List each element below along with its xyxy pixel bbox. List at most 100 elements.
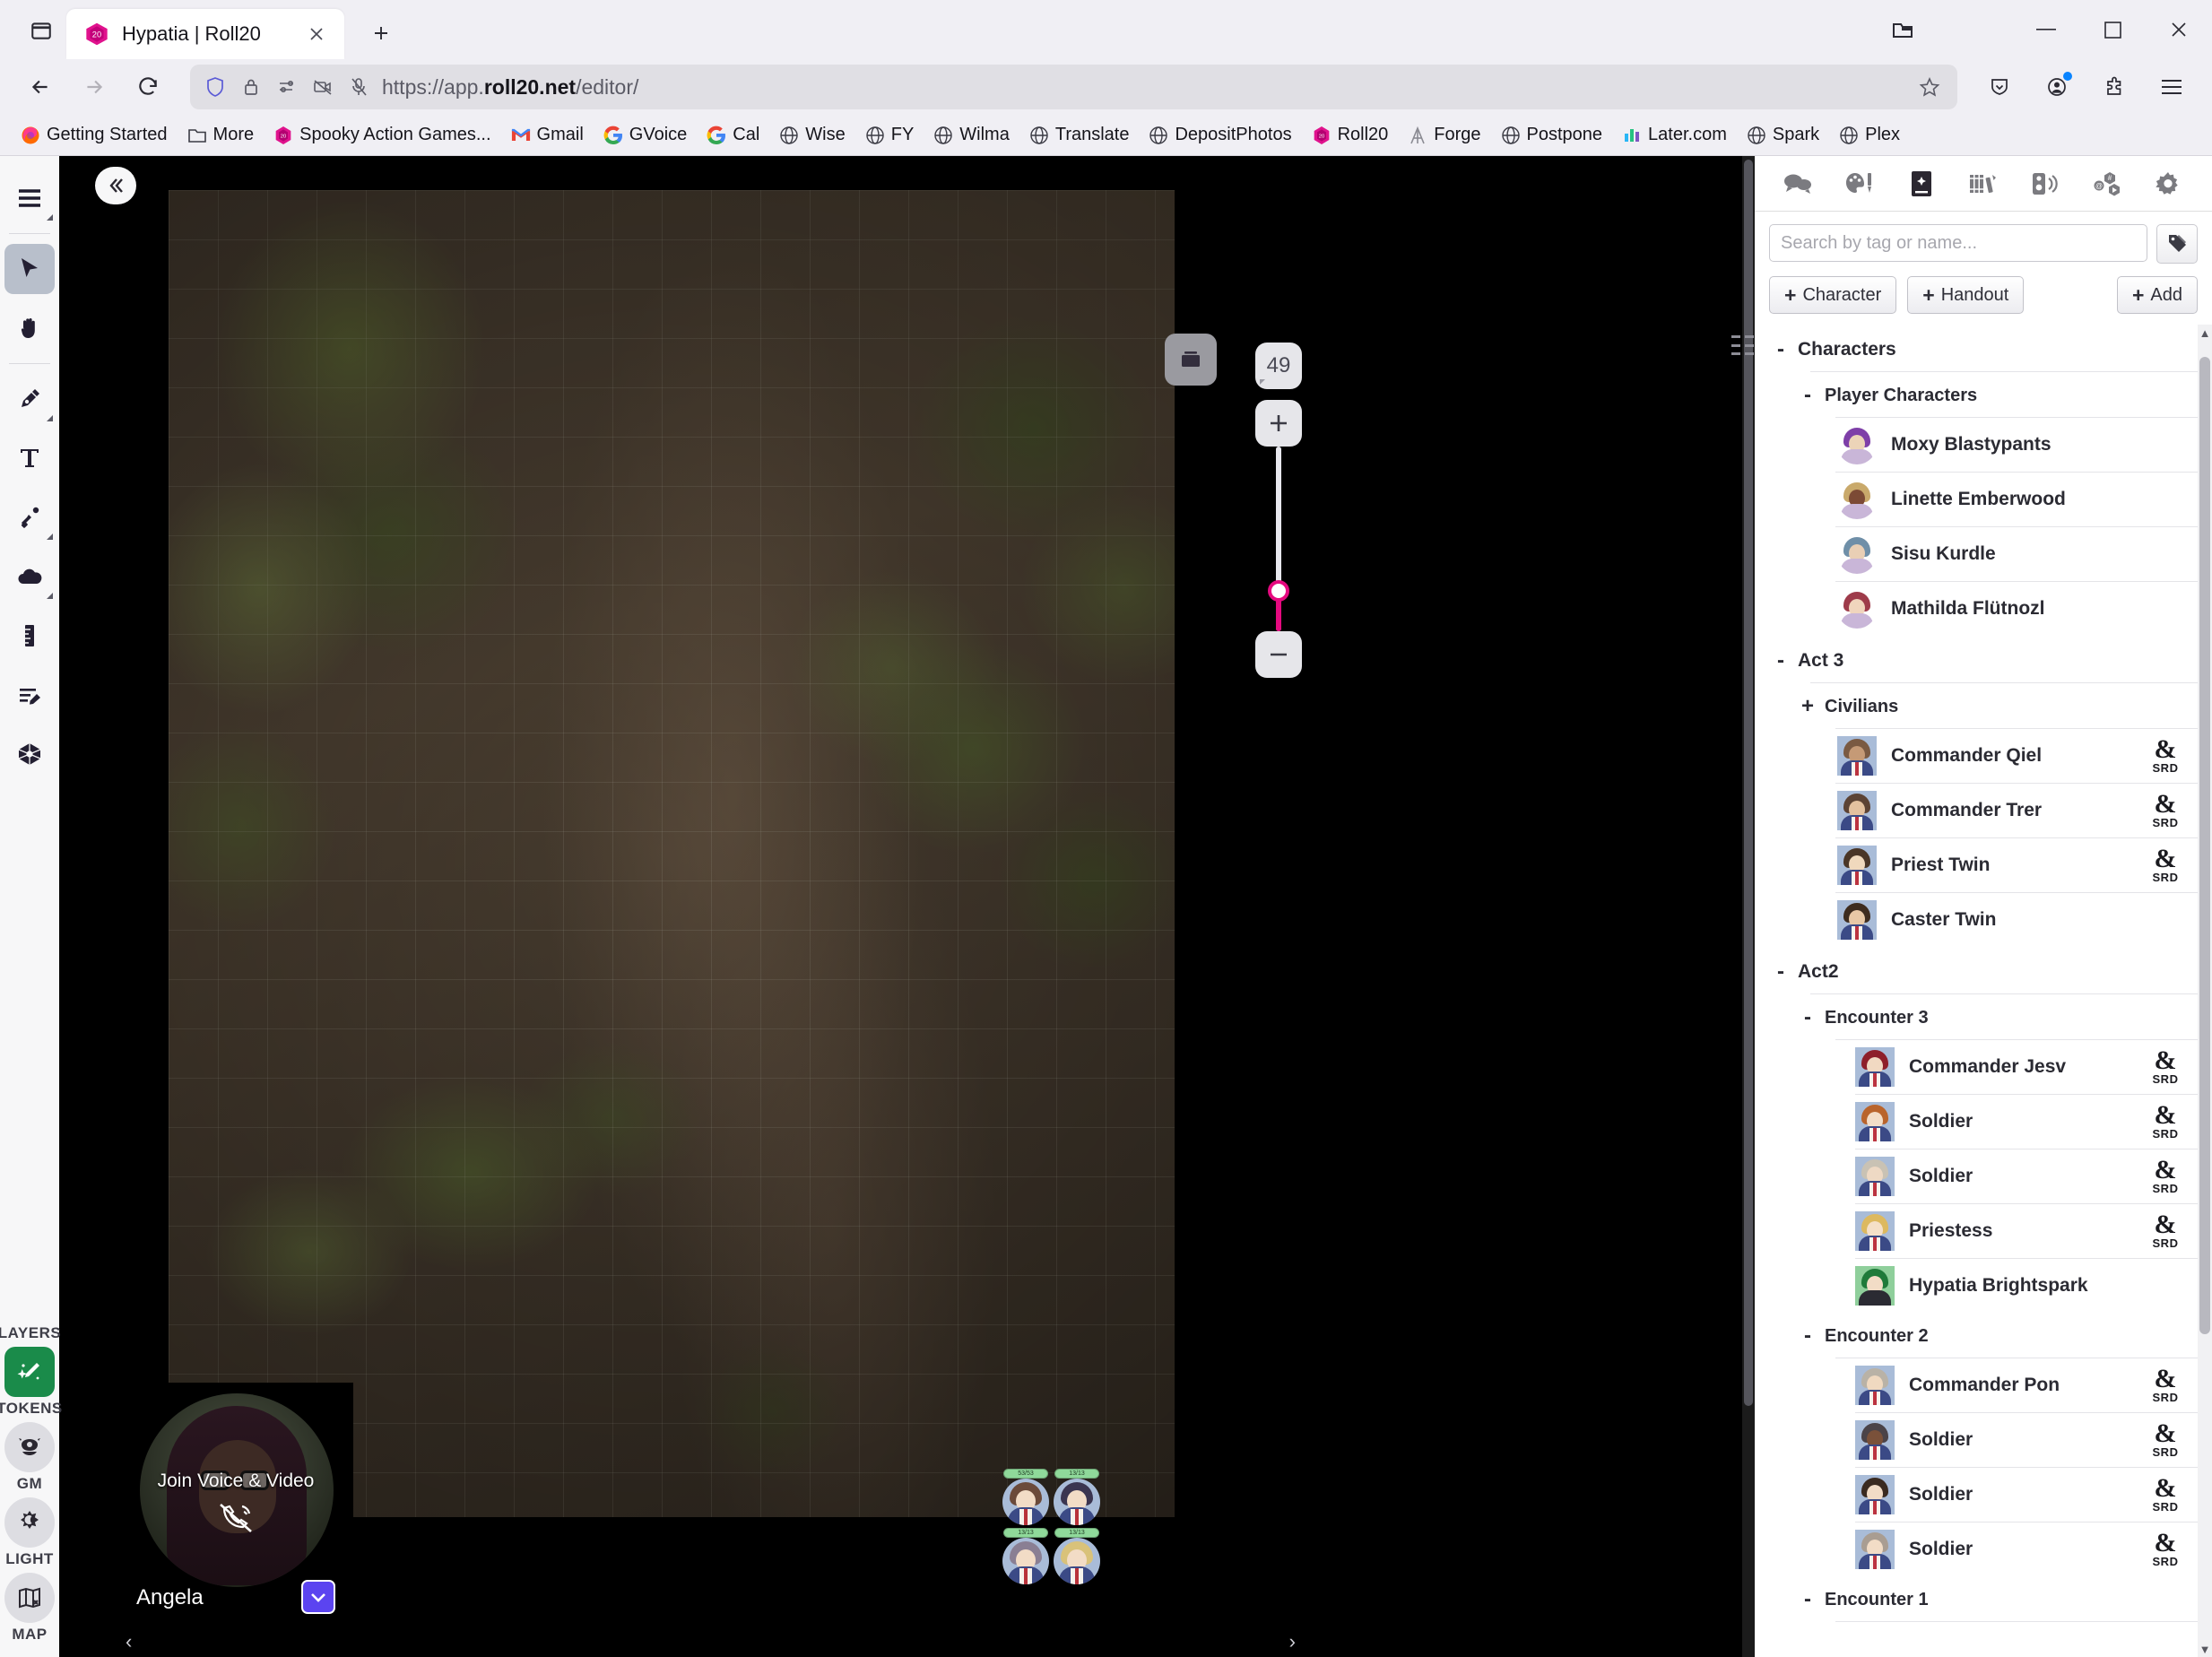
journal-item[interactable]: Commander Trer & SRD bbox=[1755, 784, 2199, 837]
bookmark-item[interactable]: GVoice bbox=[595, 120, 695, 150]
scroll-left-arrow[interactable]: ‹ bbox=[126, 1630, 132, 1653]
add-handout-button[interactable]: + Handout bbox=[1907, 276, 2025, 314]
permissions-icon[interactable] bbox=[274, 74, 299, 100]
journal-group-characters[interactable]: - Characters bbox=[1755, 325, 2199, 371]
phone-off-icon[interactable] bbox=[217, 1501, 255, 1535]
back-icon[interactable] bbox=[16, 63, 65, 111]
group-toggle-icon[interactable]: - bbox=[1801, 385, 1814, 406]
add-button[interactable]: + Add bbox=[2116, 276, 2198, 314]
fog-tool[interactable] bbox=[4, 551, 55, 602]
bookmark-item[interactable]: 20 Roll20 bbox=[1304, 120, 1397, 150]
group-toggle-icon[interactable]: - bbox=[1801, 1325, 1814, 1347]
group-toggle-icon[interactable]: - bbox=[1774, 961, 1787, 983]
token-soldier-1[interactable]: 13/13 bbox=[1054, 1469, 1100, 1525]
forward-icon[interactable] bbox=[70, 63, 118, 111]
layer-button-gm[interactable] bbox=[4, 1422, 55, 1472]
layer-button-map[interactable] bbox=[4, 1573, 55, 1623]
journal-item[interactable]: Commander Jesv & SRD bbox=[1755, 1040, 2199, 1094]
bookmark-item[interactable]: Getting Started bbox=[13, 120, 176, 150]
map-canvas-area[interactable]: 53/53 13/13 13/13 13/13 49 Join Voice & … bbox=[59, 156, 1755, 1657]
group-toggle-icon[interactable]: - bbox=[1801, 1589, 1814, 1610]
bookmark-item[interactable]: Plex bbox=[1831, 120, 1908, 150]
canvas-vertical-scrollbar[interactable] bbox=[1742, 156, 1755, 1657]
dice-tool[interactable] bbox=[4, 729, 55, 779]
scrollbar-thumb[interactable] bbox=[2199, 357, 2210, 1334]
scroll-right-arrow[interactable]: › bbox=[1289, 1630, 1296, 1653]
close-icon[interactable] bbox=[301, 19, 332, 49]
journal-item[interactable]: Sisu Kurdle bbox=[1755, 527, 2199, 581]
tab-mods[interactable]: # @ bbox=[2085, 163, 2130, 204]
bookmark-item[interactable]: More bbox=[179, 120, 263, 150]
sidebar-resize-grip[interactable] bbox=[1744, 332, 1755, 359]
journal-item[interactable]: Soldier & SRD bbox=[1755, 1468, 2199, 1522]
sidebar-scrollbar[interactable]: ▲ ▼ bbox=[2198, 325, 2212, 1657]
account-icon[interactable] bbox=[2033, 63, 2081, 111]
journal-group-encounter-1[interactable]: - Encounter 1 bbox=[1755, 1576, 2199, 1621]
extensions-icon[interactable] bbox=[2090, 63, 2138, 111]
browser-tab[interactable]: 20 Hypatia | Roll20 bbox=[66, 9, 344, 59]
tab-compendium[interactable] bbox=[1961, 163, 2006, 204]
journal-item[interactable]: Soldier & SRD bbox=[1755, 1413, 2199, 1467]
microphone-blocked-icon[interactable] bbox=[346, 74, 371, 100]
journal-item[interactable]: Linette Emberwood bbox=[1755, 473, 2199, 526]
app-menu-icon[interactable] bbox=[2147, 63, 2196, 111]
journal-group-act2[interactable]: - Act2 bbox=[1755, 947, 2199, 993]
bookmark-star-icon[interactable] bbox=[1914, 72, 1945, 102]
firefox-view-icon[interactable] bbox=[1869, 0, 1936, 59]
bookmark-item[interactable]: Cal bbox=[698, 120, 768, 150]
zoom-level-display[interactable]: 49 bbox=[1255, 343, 1302, 389]
measure-tool[interactable] bbox=[4, 611, 55, 661]
group-toggle-icon[interactable]: - bbox=[1774, 650, 1787, 672]
bookmark-item[interactable]: Wilma bbox=[925, 120, 1018, 150]
bookmark-item[interactable]: Wise bbox=[771, 120, 853, 150]
add-character-button[interactable]: + Character bbox=[1769, 276, 1897, 314]
token-commander[interactable]: 53/53 bbox=[1002, 1469, 1049, 1525]
journal-tree[interactable]: - Characters - Player Characters Moxy Blasty… bbox=[1755, 325, 2212, 1657]
zoom-out-button[interactable] bbox=[1255, 631, 1302, 678]
select-tool[interactable] bbox=[4, 244, 55, 294]
journal-item[interactable]: Mathilda Flütnozl bbox=[1755, 582, 2199, 636]
tag-icon[interactable] bbox=[2156, 224, 2198, 264]
zoom-slider-knob[interactable] bbox=[1268, 579, 1289, 602]
bookmark-item[interactable]: Forge bbox=[1400, 120, 1488, 150]
tab-art-library[interactable] bbox=[1837, 163, 1882, 204]
tab-jukebox[interactable] bbox=[2023, 163, 2068, 204]
collapse-sidebar-button[interactable] bbox=[95, 167, 136, 204]
tab-journal[interactable] bbox=[1899, 163, 1944, 204]
bookmark-item[interactable]: Translate bbox=[1021, 120, 1138, 150]
voice-video-panel[interactable]: Join Voice & Video Angela bbox=[118, 1383, 353, 1625]
journal-group-player-characters[interactable]: - Player Characters bbox=[1755, 372, 2199, 417]
bookmark-item[interactable]: DepositPhotos bbox=[1141, 120, 1299, 150]
journal-item[interactable]: Priest Twin & SRD bbox=[1755, 838, 2199, 892]
zoom-slider-track[interactable] bbox=[1268, 447, 1289, 631]
tab-settings[interactable] bbox=[2146, 163, 2190, 204]
journal-group-encounter-3[interactable]: - Encounter 3 bbox=[1755, 994, 2199, 1039]
scroll-up-arrow[interactable]: ▲ bbox=[2198, 325, 2212, 341]
search-input[interactable] bbox=[1769, 224, 2147, 262]
journal-tree-scroll[interactable]: - Characters - Player Characters Moxy Blasty… bbox=[1755, 325, 2199, 1657]
shield-icon[interactable] bbox=[203, 74, 228, 100]
battle-map[interactable] bbox=[169, 190, 1175, 1517]
panel-resize-grip[interactable] bbox=[1730, 332, 1742, 359]
journal-item[interactable]: Commander Pon & SRD bbox=[1755, 1358, 2199, 1412]
list-all-tabs-button[interactable] bbox=[16, 5, 66, 56]
maximize-button[interactable] bbox=[2079, 0, 2146, 59]
group-toggle-icon[interactable]: - bbox=[1801, 1007, 1814, 1028]
zoom-in-button[interactable] bbox=[1255, 400, 1302, 447]
bookmark-item[interactable]: 20 Spooky Action Games... bbox=[265, 120, 499, 150]
text-tool[interactable] bbox=[4, 433, 55, 483]
new-tab-button[interactable] bbox=[357, 9, 405, 57]
draw-tool[interactable] bbox=[4, 374, 55, 424]
group-toggle-icon[interactable]: + bbox=[1801, 696, 1814, 717]
journal-item[interactable]: Hypatia Brightspark bbox=[1755, 1259, 2199, 1313]
bookmark-item[interactable]: Postpone bbox=[1493, 120, 1611, 150]
close-window-button[interactable] bbox=[2146, 0, 2212, 59]
token-soldier-2[interactable]: 13/13 bbox=[1002, 1528, 1049, 1584]
bookmark-item[interactable]: FY bbox=[857, 120, 923, 150]
lock-icon[interactable] bbox=[239, 74, 264, 100]
journal-item[interactable]: Priestess & SRD bbox=[1755, 1204, 2199, 1258]
journal-item[interactable]: Moxy Blastypants bbox=[1755, 418, 2199, 472]
journal-item[interactable]: Caster Twin bbox=[1755, 893, 2199, 947]
layer-button-tokens[interactable] bbox=[4, 1347, 55, 1397]
address-bar[interactable]: https://app.roll20.net/editor/ bbox=[190, 65, 1957, 109]
